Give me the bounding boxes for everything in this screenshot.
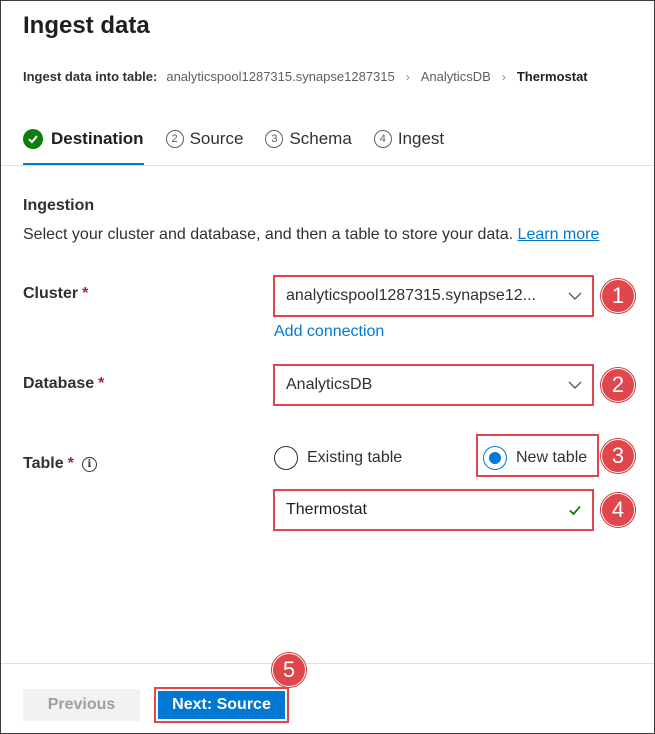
step-number-icon: 3 xyxy=(265,130,284,148)
table-label-text: Table xyxy=(23,455,64,472)
database-label-text: Database xyxy=(23,375,95,392)
callout-badge-4: 4 xyxy=(601,493,635,527)
callout-badge-5: 5 xyxy=(272,653,306,687)
footer-divider xyxy=(1,663,654,664)
required-marker: * xyxy=(67,455,74,472)
tabs-divider xyxy=(1,165,654,166)
checkmark-icon xyxy=(569,505,581,516)
table-name-value: Thermostat xyxy=(286,501,367,518)
existing-table-radio[interactable]: Existing table xyxy=(274,446,402,470)
wizard-tabs: Destination 2 Source 3 Schema 4 Ingest xyxy=(23,125,466,166)
breadcrumb-cluster[interactable]: analyticspool1287315.synapse1287315 xyxy=(166,69,394,84)
breadcrumb-table: Thermostat xyxy=(516,69,588,84)
tab-label: Source xyxy=(189,129,244,148)
database-dropdown[interactable]: AnalyticsDB xyxy=(273,364,594,406)
step-number-icon: 2 xyxy=(165,130,184,148)
previous-button[interactable]: Previous xyxy=(23,689,140,721)
ingest-data-panel: Ingest data Ingest data into table: anal… xyxy=(0,0,655,734)
next-source-button[interactable]: Next: Source xyxy=(158,691,285,719)
chevron-down-icon xyxy=(568,292,582,300)
add-connection-link[interactable]: Add connection xyxy=(274,323,384,341)
callout-badge-3: 3 xyxy=(601,439,635,473)
required-marker: * xyxy=(98,375,105,392)
table-name-input[interactable]: Thermostat xyxy=(273,489,594,531)
breadcrumb-label: Ingest data into table: xyxy=(23,69,158,84)
learn-more-link[interactable]: Learn more xyxy=(518,226,600,243)
radio-off-icon xyxy=(274,446,298,470)
table-label: Table * i xyxy=(23,455,97,473)
page-title: Ingest data xyxy=(23,12,150,39)
tab-ingest[interactable]: 4 Ingest xyxy=(373,125,445,153)
breadcrumb: Ingest data into table: analyticspool128… xyxy=(23,69,588,84)
cluster-label: Cluster * xyxy=(23,285,88,303)
tab-label: Schema xyxy=(289,129,352,148)
section-description: Select your cluster and database, and th… xyxy=(23,226,599,244)
checkmark-icon xyxy=(23,129,43,149)
cluster-label-text: Cluster xyxy=(23,285,79,302)
radio-on-icon xyxy=(483,446,507,470)
tab-destination[interactable]: Destination xyxy=(23,125,144,166)
callout-badge-1: 1 xyxy=(601,279,635,313)
tab-label: Ingest xyxy=(397,129,445,148)
tab-label: Destination xyxy=(51,129,144,148)
callout-badge-2: 2 xyxy=(601,368,635,402)
breadcrumb-database[interactable]: AnalyticsDB xyxy=(421,69,491,84)
tab-source[interactable]: 2 Source xyxy=(165,125,244,153)
info-icon[interactable]: i xyxy=(81,456,97,472)
tab-schema[interactable]: 3 Schema xyxy=(265,125,352,153)
chevron-down-icon xyxy=(568,381,582,389)
section-title: Ingestion xyxy=(23,197,95,214)
new-table-label: New table xyxy=(516,449,588,466)
existing-table-label: Existing table xyxy=(307,449,403,466)
new-table-radio[interactable]: New table xyxy=(483,446,587,470)
step-number-icon: 4 xyxy=(373,130,392,148)
database-value: AnalyticsDB xyxy=(286,376,373,393)
required-marker: * xyxy=(82,285,89,302)
database-label: Database * xyxy=(23,375,104,393)
chevron-right-icon: › xyxy=(501,69,506,84)
chevron-right-icon: › xyxy=(405,69,410,84)
description-text: Select your cluster and database, and th… xyxy=(23,226,514,243)
cluster-dropdown[interactable]: analyticspool1287315.synapse12... xyxy=(273,275,594,317)
cluster-value: analyticspool1287315.synapse12... xyxy=(286,287,536,304)
